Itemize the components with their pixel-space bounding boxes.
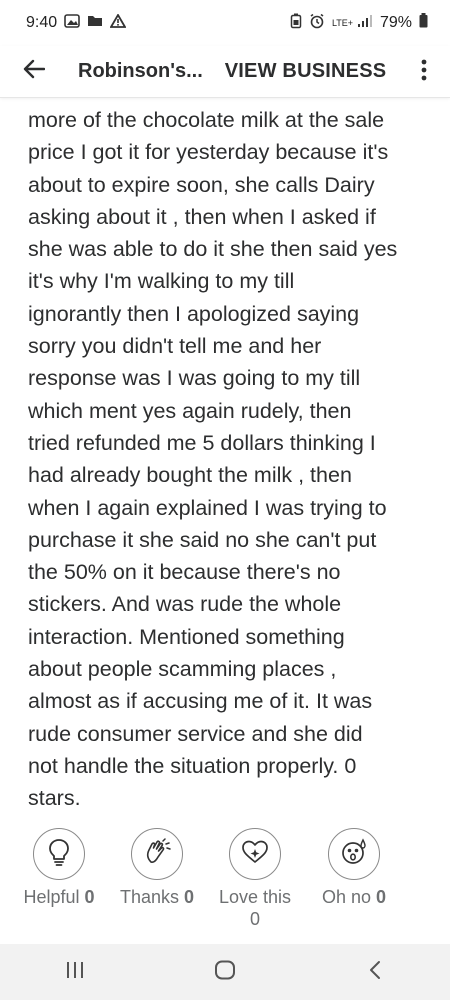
reaction-helpful-label: Helpful 0 xyxy=(9,886,109,908)
home-button[interactable] xyxy=(195,950,255,994)
reaction-love-this-text: Love this xyxy=(218,887,292,907)
reaction-love-this-label: Love this 0 xyxy=(205,886,305,930)
back-button[interactable] xyxy=(14,52,54,92)
battery-icon xyxy=(419,13,428,33)
heart-sparkle-icon xyxy=(241,839,269,870)
reaction-love-this-count: 0 xyxy=(249,909,260,929)
signal-strength-icon xyxy=(357,14,373,33)
reaction-oh-no-text: Oh no xyxy=(321,887,371,907)
reaction-love-this-circle xyxy=(229,828,281,880)
recent-apps-button[interactable] xyxy=(45,950,105,994)
more-options-button[interactable] xyxy=(408,52,440,92)
reaction-helpful-count: 0 xyxy=(84,887,95,907)
status-bar: 9:40 LTE+ 79% xyxy=(0,0,450,46)
reaction-helpful-text: Helpful xyxy=(23,887,80,907)
reaction-thanks[interactable]: Thanks 0 xyxy=(102,828,212,908)
reaction-oh-no-circle xyxy=(328,828,380,880)
more-vertical-icon xyxy=(421,59,427,86)
business-name[interactable]: Robinson's... xyxy=(78,60,203,83)
reaction-helpful[interactable]: Helpful 0 xyxy=(4,828,114,908)
reaction-bar: Helpful 0 Thanks 0 Love this 0 Oh no 0 xyxy=(0,828,450,940)
view-business-button[interactable]: VIEW BUSINESS xyxy=(225,60,387,83)
reaction-thanks-label: Thanks 0 xyxy=(107,886,207,908)
arrow-left-icon xyxy=(23,59,46,84)
review-text: more of the chocolate milk at the sale p… xyxy=(28,108,398,811)
battery-saver-icon xyxy=(290,13,302,34)
recent-apps-icon xyxy=(64,961,86,984)
back-nav-button[interactable] xyxy=(345,950,405,994)
reaction-love-this[interactable]: Love this 0 xyxy=(200,828,310,930)
reaction-thanks-text: Thanks xyxy=(119,887,179,907)
folder-notification-icon xyxy=(87,14,103,32)
reaction-thanks-circle xyxy=(131,828,183,880)
reaction-thanks-count: 0 xyxy=(184,887,195,907)
reaction-oh-no[interactable]: Oh no 0 xyxy=(299,828,409,908)
reaction-oh-no-count: 0 xyxy=(376,887,387,907)
app-bar: Robinson's... VIEW BUSINESS xyxy=(0,46,450,98)
lightbulb-icon xyxy=(47,838,71,871)
reaction-oh-no-label: Oh no 0 xyxy=(304,886,404,908)
gallery-notification-icon xyxy=(64,13,80,33)
alarm-icon xyxy=(309,13,325,34)
chevron-left-icon xyxy=(368,960,382,985)
reaction-helpful-circle xyxy=(33,828,85,880)
clapping-hands-icon xyxy=(143,837,171,871)
status-time: 9:40 xyxy=(26,14,58,31)
surprised-face-icon xyxy=(340,837,368,871)
home-icon xyxy=(214,960,236,985)
system-navigation-bar xyxy=(0,944,450,1000)
warning-notification-icon xyxy=(109,12,127,33)
network-type: LTE+ xyxy=(331,17,354,28)
battery-percent: 79% xyxy=(379,14,412,31)
